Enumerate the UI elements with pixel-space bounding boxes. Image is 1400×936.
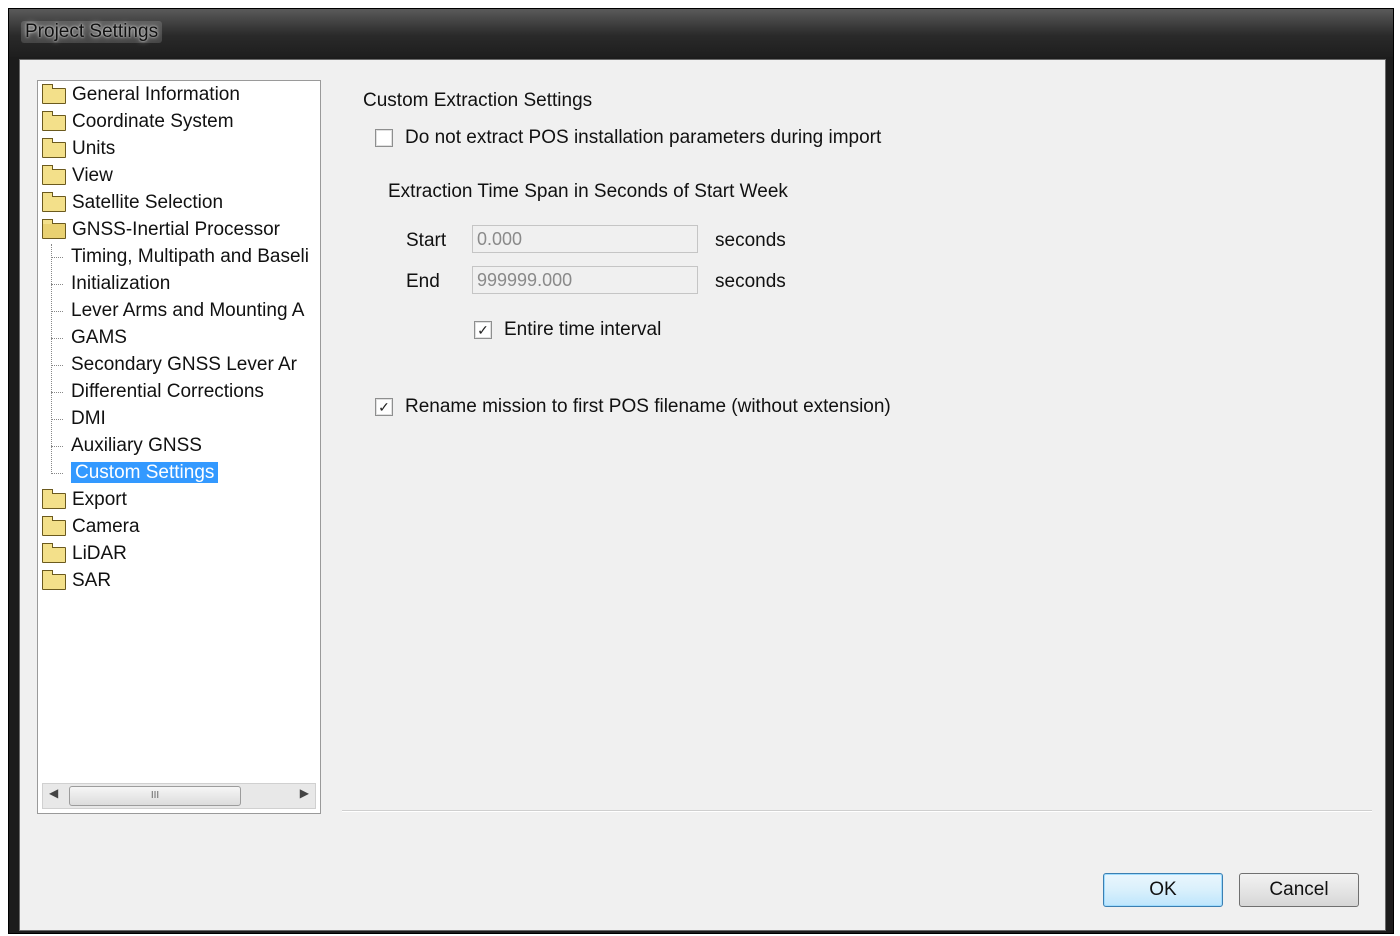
scroll-left-arrow-icon[interactable]: ◀ [49, 786, 58, 800]
tree-item[interactable]: Custom Settings [51, 460, 219, 486]
start-time-input[interactable]: 0.000 [472, 225, 698, 253]
tree-item-label: Initialization [71, 273, 171, 294]
tree-connector [51, 365, 63, 366]
tree-item[interactable]: Camera [42, 514, 140, 540]
tree-item-label: Auxiliary GNSS [71, 435, 202, 456]
tree-horizontal-scrollbar[interactable]: ◀ III ▶ [42, 783, 316, 809]
tree-connector [51, 311, 63, 312]
tree-connector [51, 446, 63, 447]
tree-item[interactable]: Units [42, 136, 115, 162]
cancel-button[interactable]: Cancel [1239, 873, 1359, 907]
tree-item[interactable]: Timing, Multipath and Baseli [51, 244, 309, 270]
folder-icon [42, 165, 66, 185]
tree-connector [51, 392, 63, 393]
no-extract-label[interactable]: Do not extract POS installation paramete… [405, 127, 881, 149]
rename-mission-checkbox[interactable]: ✓ [375, 398, 393, 416]
tree-item-label: Satellite Selection [72, 192, 224, 213]
panel-title: Custom Extraction Settings [363, 90, 593, 111]
tree-item[interactable]: GNSS-Inertial Processor [42, 217, 280, 243]
tree-item[interactable]: View [42, 163, 113, 189]
tree-item-label: Differential Corrections [71, 381, 264, 402]
tree-item-label: Camera [72, 516, 140, 537]
tree-item[interactable]: SAR [42, 568, 111, 594]
tree-item-label: Units [72, 138, 116, 159]
tree-connector [51, 257, 63, 258]
tree-item-label: Coordinate System [72, 111, 234, 132]
scroll-right-arrow-icon[interactable]: ▶ [300, 786, 309, 800]
tree-item[interactable]: DMI [51, 406, 106, 432]
tree-item[interactable]: Lever Arms and Mounting A [51, 298, 305, 324]
folder-icon [42, 489, 66, 509]
tree-connector [51, 473, 63, 474]
tree-item-label: Secondary GNSS Lever Ar [71, 354, 297, 375]
end-label: End [406, 271, 440, 292]
tree-item[interactable]: Export [42, 487, 127, 513]
tree-item-label: Custom Settings [71, 462, 219, 483]
tree-connector [51, 284, 63, 285]
folder-icon [42, 516, 66, 536]
folder-icon [42, 84, 66, 104]
folder-icon [42, 543, 66, 563]
start-label: Start [406, 230, 447, 251]
tree-connector [51, 338, 63, 339]
folder-icon [42, 111, 66, 131]
tree-item[interactable]: Initialization [51, 271, 171, 297]
folder-icon [42, 570, 66, 590]
folder-icon [42, 138, 66, 158]
settings-tree[interactable]: ◀ III ▶ General Information Coordinate Sy… [37, 80, 321, 814]
rename-mission-label[interactable]: Rename mission to first POS filename (wi… [405, 396, 891, 418]
end-time-input[interactable]: 999999.000 [472, 266, 698, 294]
tree-item-label: Lever Arms and Mounting A [71, 300, 305, 321]
scroll-thumb[interactable]: III [69, 786, 241, 806]
tree-item-label: General Information [72, 84, 240, 105]
entire-interval-checkbox[interactable]: ✓ [474, 321, 492, 339]
tree-item-label: SAR [72, 570, 112, 591]
tree-connector-line [51, 244, 52, 474]
tree-item-label: DMI [71, 408, 106, 429]
tree-item[interactable]: GAMS [51, 325, 127, 351]
folder-open-icon [42, 219, 66, 239]
tree-item[interactable]: LiDAR [42, 541, 127, 567]
tree-item[interactable]: General Information [42, 82, 240, 108]
tree-item-label: View [72, 165, 113, 186]
project-settings-window: Project Settings ◀ III ▶ General Informa… [8, 8, 1394, 934]
tree-item[interactable]: Satellite Selection [42, 190, 223, 216]
end-unit-label: seconds [715, 271, 786, 292]
separator [342, 810, 1372, 812]
tree-item[interactable]: Secondary GNSS Lever Ar [51, 352, 297, 378]
tree-item-label: Export [72, 489, 127, 510]
tree-item[interactable]: Auxiliary GNSS [51, 433, 202, 459]
tree-item-label: GAMS [71, 327, 127, 348]
tree-item-label: GNSS-Inertial Processor [72, 219, 281, 240]
entire-interval-label[interactable]: Entire time interval [504, 319, 661, 341]
ok-button[interactable]: OK [1103, 873, 1223, 907]
window-title: Project Settings [21, 21, 163, 43]
tree-connector [51, 419, 63, 420]
no-extract-checkbox[interactable] [375, 129, 393, 147]
tree-item-label: Timing, Multipath and Baseli [71, 246, 309, 267]
tree-item-label: LiDAR [72, 543, 127, 564]
folder-icon [42, 192, 66, 212]
start-unit-label: seconds [715, 230, 786, 251]
title-bar[interactable]: Project Settings [9, 9, 1393, 57]
tree-item[interactable]: Differential Corrections [51, 379, 264, 405]
tree-item[interactable]: Coordinate System [42, 109, 234, 135]
timespan-heading: Extraction Time Span in Seconds of Start… [388, 181, 788, 202]
dialog-client-area: ◀ III ▶ General Information Coordinate Sy… [19, 59, 1386, 931]
